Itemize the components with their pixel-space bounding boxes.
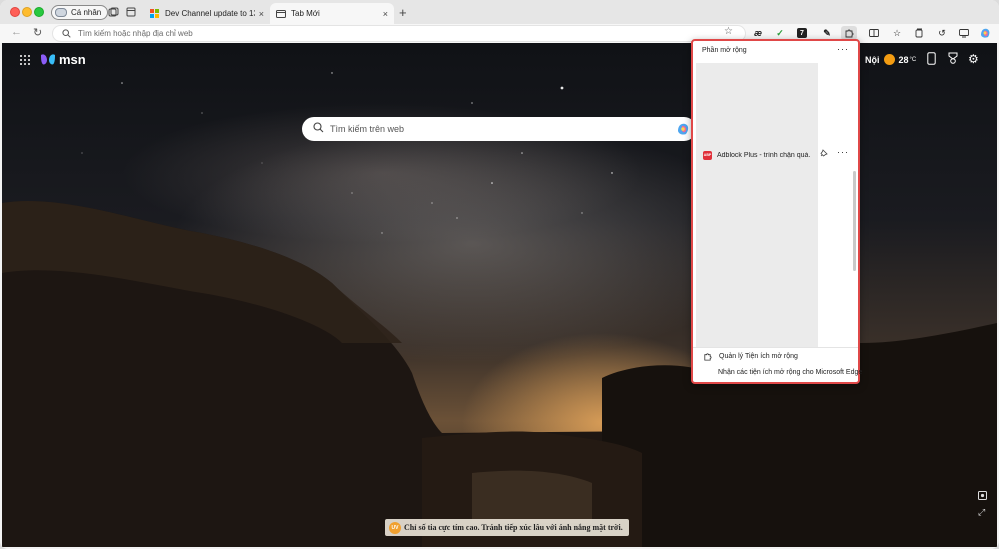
extension-ae-icon[interactable]: æ — [752, 27, 764, 39]
adblock-plus-icon: ABP — [703, 150, 712, 160]
address-placeholder: Tìm kiếm hoặc nhập địa chỉ web — [78, 29, 193, 38]
zoom-window-button[interactable] — [34, 7, 44, 17]
close-tab-icon[interactable]: × — [383, 9, 388, 19]
tab-dev-channel[interactable]: Dev Channel update to 132.0.2.. × — [144, 3, 270, 24]
split-screen-icon[interactable] — [868, 27, 880, 39]
extension-name: Adblock Plus - trình chặn quả... — [717, 151, 811, 159]
extension-item-adblock-plus[interactable]: ABP Adblock Plus - trình chặn quả... ··· — [703, 147, 853, 161]
msn-wordmark: msn — [59, 52, 86, 67]
msn-logo[interactable]: msn — [40, 52, 86, 67]
extension-more-options-icon[interactable]: ··· — [837, 147, 849, 157]
close-tab-icon[interactable]: × — [259, 9, 264, 19]
web-search-placeholder: Tìm kiếm trên web — [330, 124, 405, 134]
extension-check-icon[interactable]: ✓ — [774, 27, 786, 39]
weather-temp: 28 — [898, 54, 909, 65]
apps-launcher-icon[interactable] — [20, 55, 30, 65]
microsoft-logo-icon — [150, 8, 160, 19]
get-extensions-link[interactable]: Nhận các tiện ích mở rộng cho Microsoft … — [718, 369, 862, 376]
profile-label: Cá nhân — [71, 8, 102, 17]
workspaces-icon[interactable] — [106, 5, 120, 19]
image-info-icon[interactable] — [978, 491, 987, 502]
extensions-puzzle-icon[interactable] — [841, 26, 857, 40]
popup-more-options-icon[interactable]: ··· — [837, 44, 849, 54]
tab-title: Dev Channel update to 132.0.2.. — [165, 9, 255, 18]
extensions-popup: Phần mở rộng ··· ABP Adblock Plus - trìn… — [691, 39, 862, 384]
extensions-list — [696, 63, 818, 347]
minimize-window-button[interactable] — [22, 7, 32, 17]
extension-seven-icon[interactable]: 7 — [797, 28, 807, 38]
search-icon — [313, 120, 324, 138]
page-settings-gear-icon[interactable]: ⚙ — [968, 52, 979, 66]
manage-extensions-link[interactable]: Quản lý Tiện ích mở rộng — [703, 352, 798, 361]
browser-window: Cá nhân Dev Channel update to 132.0.2.. … — [0, 0, 999, 549]
history-icon[interactable]: ↺ — [936, 27, 948, 39]
collections-icon[interactable] — [913, 27, 925, 39]
msn-butterfly-icon — [41, 53, 55, 64]
tab-new-tab[interactable]: Tab Mới × — [270, 3, 394, 24]
copilot-search-icon[interactable] — [676, 122, 690, 136]
weather-widget[interactable]: Nội 28 °C — [865, 54, 916, 65]
favorites-icon[interactable]: ☆ — [891, 27, 903, 39]
puzzle-piece-icon — [704, 353, 712, 361]
popup-divider — [693, 347, 858, 348]
address-bar[interactable]: Tìm kiếm hoặc nhập địa chỉ web — [52, 25, 746, 42]
uv-notice-text: Chỉ số tia cực tím cao. Tránh tiếp xúc l… — [404, 523, 623, 532]
uv-badge-icon: UV — [389, 521, 401, 534]
profile-button[interactable]: Cá nhân — [51, 5, 109, 20]
avatar — [55, 8, 67, 17]
phone-icon[interactable] — [927, 52, 936, 68]
expand-icon[interactable]: ⤢ — [978, 507, 985, 518]
new-tab-button[interactable]: + — [399, 5, 407, 20]
sun-icon — [883, 54, 895, 65]
weather-unit: °C — [909, 56, 917, 63]
reload-button[interactable]: ↻ — [33, 26, 42, 39]
popup-scrollbar[interactable] — [853, 171, 856, 271]
web-search-box[interactable]: Tìm kiếm trên web — [302, 117, 696, 141]
favorite-star-icon[interactable]: ☆ — [724, 26, 733, 37]
extensions-popup-title: Phần mở rộng — [702, 47, 747, 54]
manage-extensions-label: Quản lý Tiện ích mở rộng — [719, 353, 798, 360]
newtab-page-icon — [276, 9, 286, 19]
back-button[interactable]: ← — [11, 26, 22, 38]
copilot-icon[interactable] — [979, 27, 991, 39]
close-window-button[interactable] — [10, 7, 20, 17]
search-icon — [62, 25, 71, 43]
screenshot-icon[interactable] — [958, 27, 970, 39]
pin-icon[interactable] — [820, 149, 828, 159]
extension-pen-icon[interactable]: ✎ — [821, 27, 833, 39]
tab-strip: Cá nhân Dev Channel update to 132.0.2.. … — [0, 0, 999, 24]
tab-title: Tab Mới — [291, 9, 320, 18]
rewards-icon[interactable] — [947, 52, 959, 67]
uv-index-notice[interactable]: UV Chỉ số tia cực tím cao. Tránh tiếp xú… — [385, 519, 629, 536]
weather-city: Nội — [865, 54, 880, 65]
tab-actions-icon[interactable] — [124, 5, 138, 19]
